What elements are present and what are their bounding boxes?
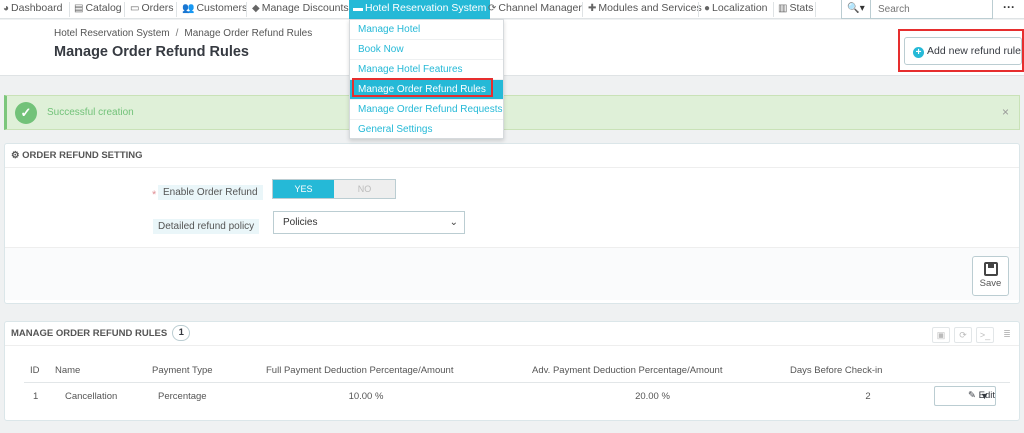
- menu-item-manage-hotel[interactable]: Manage Hotel: [350, 20, 503, 40]
- nav-customers[interactable]: 👥 Customers: [179, 0, 247, 19]
- switch-no[interactable]: NO: [334, 180, 395, 198]
- panel-title: ORDER REFUND SETTING: [22, 150, 143, 161]
- refund-policy-select[interactable]: Policies ⌄: [273, 211, 465, 234]
- column-header[interactable]: Payment Type: [146, 360, 264, 383]
- column-header[interactable]: Full Payment Deduction Percentage/Amount: [264, 360, 532, 383]
- floppy-disk-icon: [983, 262, 998, 276]
- nav-manage-discounts[interactable]: ◆ Manage Discounts: [249, 0, 349, 19]
- top-navigation: ◕ Dashboard ▤ Catalog ▭ Orders 👥 Customers ◆…: [0, 0, 1024, 19]
- nav-label: Modules and Services: [598, 2, 702, 14]
- menu-item-manage-order-refund-requests[interactable]: Manage Order Refund Requests: [350, 100, 503, 120]
- success-alert: ✓ Successful creation ×: [4, 95, 1020, 130]
- breadcrumb: Hotel Reservation System / Manage Order Re…: [54, 28, 312, 39]
- refund-rules-panel: MANAGE ORDER REFUND RULES 1 ▣ ⟳ >_ ≣ ID N…: [4, 321, 1020, 421]
- panel-heading: ⚙ ORDER REFUND SETTING: [5, 144, 1019, 168]
- column-header[interactable]: ID: [24, 360, 50, 383]
- cell-days-before: 2: [865, 390, 871, 402]
- refresh-list-icon[interactable]: ⟳: [954, 327, 972, 343]
- nav-label: Catalog: [85, 2, 122, 14]
- page-title: Manage Order Refund Rules: [54, 44, 249, 60]
- save-button[interactable]: Save: [972, 256, 1009, 296]
- nav-label: Hotel Reservation System: [365, 2, 487, 14]
- panel-heading: MANAGE ORDER REFUND RULES 1: [5, 322, 1019, 346]
- nav-modules-and-services[interactable]: ✚ Modules and Services: [585, 0, 702, 19]
- nav-dashboard[interactable]: ◕ Dashboard: [0, 0, 62, 19]
- nav-label: Manage Discounts: [261, 2, 349, 14]
- panel-title: MANAGE ORDER REFUND RULES: [11, 328, 168, 339]
- cell-id: 1: [33, 390, 39, 402]
- customers-icon: 👥: [182, 3, 195, 14]
- export-icon[interactable]: ▣: [932, 327, 950, 343]
- nav-label: Customers: [196, 2, 248, 14]
- select-value: Policies: [283, 217, 318, 228]
- more-icon[interactable]: ···: [1003, 0, 1019, 19]
- table-row[interactable]: 1 Cancellation Percentage 10.00 % 20.00 …: [24, 382, 1010, 410]
- refund-rules-table: ID Name Payment Type Full Payment Deduct…: [24, 360, 1010, 410]
- nav-orders[interactable]: ▭ Orders: [127, 0, 174, 19]
- globe-icon: ●: [704, 3, 711, 14]
- breadcrumb-item[interactable]: Hotel Reservation System: [54, 28, 170, 39]
- catalog-icon: ▤: [74, 3, 84, 14]
- highlight-box: [352, 78, 493, 97]
- column-header[interactable]: Name: [50, 360, 146, 383]
- plus-circle-icon: +: [913, 47, 924, 58]
- breadcrumb-item[interactable]: Manage Order Refund Rules: [184, 28, 312, 39]
- table-header-row: ID Name Payment Type Full Payment Deduct…: [24, 360, 1010, 383]
- refund-policy-label: Detailed refund policy: [153, 219, 260, 234]
- edit-button[interactable]: ✎ Edit ▼: [934, 386, 996, 407]
- panel-footer: Save: [5, 248, 1019, 300]
- cell-adv-deduction: 20.00 %: [635, 390, 670, 402]
- enable-order-refund-label: Enable Order Refund: [158, 185, 263, 200]
- required-mark: *: [152, 189, 157, 201]
- orders-icon: ▭: [130, 3, 140, 14]
- nav-label: Dashboard: [11, 2, 63, 14]
- cell-payment-type: Percentage: [158, 390, 207, 402]
- menu-item-general-settings[interactable]: General Settings: [350, 120, 503, 140]
- close-icon[interactable]: ×: [1002, 105, 1009, 119]
- save-label: Save: [979, 278, 1002, 289]
- nav-label: Orders: [141, 2, 174, 14]
- enable-order-refund-switch[interactable]: YES NO: [272, 179, 396, 199]
- cell-name: Cancellation: [65, 390, 118, 402]
- nav-label: Stats: [789, 2, 814, 14]
- refresh-icon: ⟳: [488, 3, 497, 14]
- nav-localization[interactable]: ● Localization: [701, 0, 768, 19]
- tag-icon: ◆: [252, 3, 260, 14]
- bar-chart-icon: ▥: [778, 3, 788, 14]
- breadcrumb-separator: /: [175, 28, 179, 39]
- cell-full-deduction: 10.00 %: [348, 390, 384, 402]
- database-icon[interactable]: ≣: [998, 327, 1016, 343]
- chevron-down-icon: ⌄: [449, 217, 458, 228]
- count-badge: 1: [172, 325, 191, 341]
- switch-yes[interactable]: YES: [273, 180, 334, 198]
- order-refund-setting-panel: ⚙ ORDER REFUND SETTING * Enable Order Re…: [4, 143, 1020, 304]
- column-header: [918, 360, 1010, 383]
- caret-down-icon[interactable]: ▼: [980, 387, 989, 405]
- gears-icon: ⚙: [11, 150, 20, 161]
- cell-actions: ✎ Edit ▼: [918, 382, 1010, 410]
- sql-query-icon[interactable]: >_: [976, 327, 994, 343]
- search-input[interactable]: [871, 0, 993, 19]
- check-circle-icon: ✓: [15, 102, 37, 124]
- menu-item-manage-hotel-features[interactable]: Manage Hotel Features: [350, 60, 503, 80]
- nav-label: Localization: [712, 2, 768, 14]
- nav-label: Channel Manager: [498, 2, 582, 14]
- search-dropdown-button[interactable]: 🔍▾: [841, 0, 871, 19]
- nav-channel-manager[interactable]: ⟳ Channel Manager: [485, 0, 582, 19]
- alert-message: Successful creation: [47, 107, 134, 118]
- nav-hotel-reservation-system[interactable]: ▬ Hotel Reservation System: [349, 0, 491, 19]
- puzzle-icon: ✚: [588, 3, 597, 14]
- column-header[interactable]: Days Before Check-in: [788, 360, 918, 383]
- nav-catalog[interactable]: ▤ Catalog: [71, 0, 122, 19]
- page-header: Hotel Reservation System / Manage Order Re…: [0, 20, 1024, 76]
- nav-stats[interactable]: ▥ Stats: [775, 0, 813, 19]
- add-button-label: Add new refund rule: [927, 45, 1021, 57]
- column-header[interactable]: Adv. Payment Deduction Percentage/Amount: [532, 360, 788, 383]
- pencil-icon: ✎: [968, 390, 976, 402]
- menu-item-book-now[interactable]: Book Now: [350, 40, 503, 60]
- dashboard-icon: ◕: [3, 3, 10, 14]
- search-icon: 🔍▾: [847, 3, 865, 14]
- add-new-refund-rule-button[interactable]: + Add new refund rule: [904, 37, 1022, 65]
- bed-icon: ▬: [353, 3, 363, 14]
